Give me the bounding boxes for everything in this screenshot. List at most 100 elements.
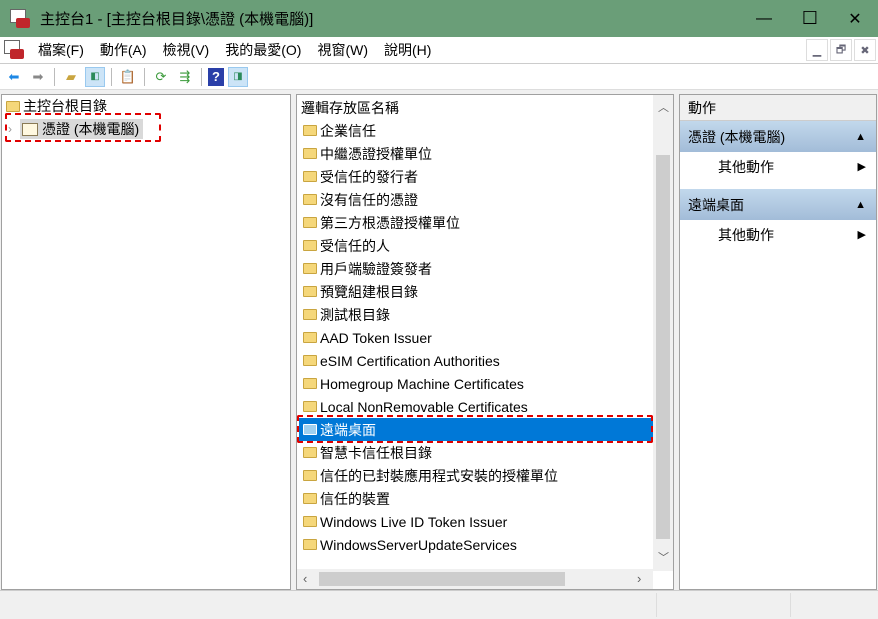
folder-icon (303, 263, 317, 274)
status-divider (790, 593, 791, 617)
actions-pane: 動作 憑證 (本機電腦) ▲ 其他動作 ▶ 遠端桌面 ▲ 其他動作 ▶ (679, 94, 877, 590)
scroll-down-icon[interactable]: ﹀ (658, 549, 669, 565)
folder-icon (303, 424, 317, 435)
list-item-label: eSIM Certification Authorities (320, 352, 500, 369)
submenu-arrow-icon: ▶ (857, 161, 866, 173)
list-item[interactable]: WindowsServerUpdateServices (299, 533, 653, 556)
horizontal-scrollbar[interactable]: ‹ › (297, 569, 653, 589)
folder-icon (303, 240, 317, 251)
list-item[interactable]: 信任的已封裝應用程式安裝的授權單位 (299, 464, 653, 487)
folder-icon (303, 171, 317, 182)
folder-icon (303, 378, 317, 389)
list-item[interactable]: 企業信任 (299, 119, 653, 142)
clipboard-icon[interactable]: 📋 (118, 67, 138, 87)
list-item[interactable]: Homegroup Machine Certificates (299, 372, 653, 395)
collapse-icon[interactable]: ▲ (855, 199, 866, 211)
action-label: 其他動作 (718, 226, 774, 243)
list-item-label: 用戶端驗證簽發者 (320, 260, 432, 277)
tree-node-certificates[interactable]: › 憑證 (本機電腦) (8, 118, 144, 140)
folder-icon (6, 100, 20, 112)
list-item[interactable]: 受信任的發行者 (299, 165, 653, 188)
mdi-restore-button[interactable]: 🗗 (830, 39, 852, 61)
menu-favorites[interactable]: 我的最愛(O) (217, 40, 309, 60)
list-item-label: 受信任的人 (320, 237, 390, 254)
list-item[interactable]: 智慧卡信任根目錄 (299, 441, 653, 464)
folder-icon (303, 309, 317, 320)
list-item[interactable]: eSIM Certification Authorities (299, 349, 653, 372)
menu-bar: 檔案(F) 動作(A) 檢視(V) 我的最愛(O) 視窗(W) 說明(H) ▁ … (0, 37, 878, 64)
status-divider (656, 593, 657, 617)
mdi-minimize-button[interactable]: ▁ (806, 39, 828, 61)
list-item-label: 智慧卡信任根目錄 (320, 444, 432, 461)
list-item[interactable]: Windows Live ID Token Issuer (299, 510, 653, 533)
list-item[interactable]: 信任的裝置 (299, 487, 653, 510)
vertical-scrollbar[interactable]: ︿ ﹀ (653, 95, 673, 571)
list-item-label: Local NonRemovable Certificates (320, 398, 528, 415)
chevron-right-icon[interactable]: › (8, 122, 12, 136)
minimize-button[interactable]: — (741, 0, 787, 37)
console-icon[interactable] (4, 40, 26, 60)
list-item[interactable]: 沒有信任的憑證 (299, 188, 653, 211)
action-section-certificates[interactable]: 憑證 (本機電腦) ▲ (680, 121, 876, 152)
list-item[interactable]: 第三方根憑證授權單位 (299, 211, 653, 234)
store-list-pane: 邏輯存放區名稱 企業信任 中繼憑證授權單位 受信任的發行者沒有信任的憑證第三方根憑證… (296, 94, 674, 590)
list-item[interactable]: AAD Token Issuer (299, 326, 653, 349)
folder-icon (303, 539, 317, 550)
list-item-label: 沒有信任的憑證 (320, 191, 418, 208)
scroll-left-icon[interactable]: ‹ (303, 571, 307, 586)
scroll-thumb[interactable] (656, 155, 670, 539)
list-item-label: 信任的已封裝應用程式安裝的授權單位 (320, 467, 558, 484)
help-icon[interactable]: ? (208, 67, 224, 86)
list-item[interactable]: 受信任的人 (299, 234, 653, 257)
menu-action[interactable]: 動作(A) (92, 40, 155, 60)
column-header-store-name[interactable]: 邏輯存放區名稱 (301, 97, 399, 119)
folder-icon (303, 194, 317, 205)
certificate-icon (22, 122, 38, 136)
maximize-button[interactable]: ☐ (787, 0, 833, 37)
folder-icon (303, 493, 317, 504)
menu-window[interactable]: 視窗(W) (309, 40, 376, 60)
menu-view[interactable]: 檢視(V) (155, 40, 218, 60)
action-section-remote-desktop[interactable]: 遠端桌面 ▲ (680, 189, 876, 220)
menu-help[interactable]: 說明(H) (376, 40, 439, 60)
title-bar: 主控台1 - [主控台根目錄\憑證 (本機電腦)] — ☐ ✕ (0, 0, 878, 37)
list-item[interactable]: 用戶端驗證簽發者 (299, 257, 653, 280)
list-item[interactable]: 中繼憑證授權單位 (299, 142, 653, 165)
mdi-close-button[interactable]: ✖ (854, 39, 876, 61)
tree-pane: 主控台根目錄 › 憑證 (本機電腦) (1, 94, 291, 590)
back-icon[interactable]: ⬅ (4, 67, 24, 87)
scroll-up-icon[interactable]: ︿ (658, 99, 669, 115)
forward-icon[interactable]: ➡ (28, 67, 48, 87)
menu-file[interactable]: 檔案(F) (30, 40, 92, 60)
scroll-right-icon[interactable]: › (637, 571, 641, 586)
list-item-label: 預覽組建根目錄 (320, 283, 418, 300)
up-folder-icon[interactable]: ▰ (61, 67, 81, 87)
list-item-label: 遠端桌面 (320, 421, 376, 438)
list-item-label: 信任的裝置 (320, 490, 390, 507)
list-item-label: Windows Live ID Token Issuer (320, 513, 508, 530)
list-item-label: 第三方根憑證授權單位 (320, 214, 460, 231)
list-item[interactable]: Local NonRemovable Certificates (299, 395, 653, 418)
action-more-actions[interactable]: 其他動作 ▶ (680, 220, 876, 249)
list-item[interactable]: 預覽組建根目錄 (299, 280, 653, 303)
status-bar (0, 590, 878, 619)
section-title: 遠端桌面 (688, 196, 744, 213)
folder-icon (303, 217, 317, 228)
folder-icon (303, 148, 317, 159)
collapse-icon[interactable]: ▲ (855, 131, 866, 143)
folder-icon (303, 332, 317, 343)
show-hide-tree-icon[interactable]: ◧ (85, 66, 105, 87)
action-more-actions[interactable]: 其他動作 ▶ (680, 152, 876, 181)
list-item-label: AAD Token Issuer (320, 329, 432, 346)
show-hide-action-pane-icon[interactable]: ◨ (228, 66, 248, 87)
folder-icon (303, 286, 317, 297)
list-item[interactable]: 測試根目錄 (299, 303, 653, 326)
scroll-thumb[interactable] (319, 572, 565, 586)
tree-node-console-root[interactable]: 主控台根目錄 (6, 95, 107, 117)
refresh-icon[interactable]: ⟳ (151, 67, 171, 87)
tree-node-label: 憑證 (本機電腦) (42, 121, 140, 137)
folder-icon (303, 516, 317, 527)
list-item[interactable]: 遠端桌面 (299, 418, 653, 441)
export-list-icon[interactable]: ⇶ (175, 67, 195, 87)
close-button[interactable]: ✕ (832, 0, 878, 37)
